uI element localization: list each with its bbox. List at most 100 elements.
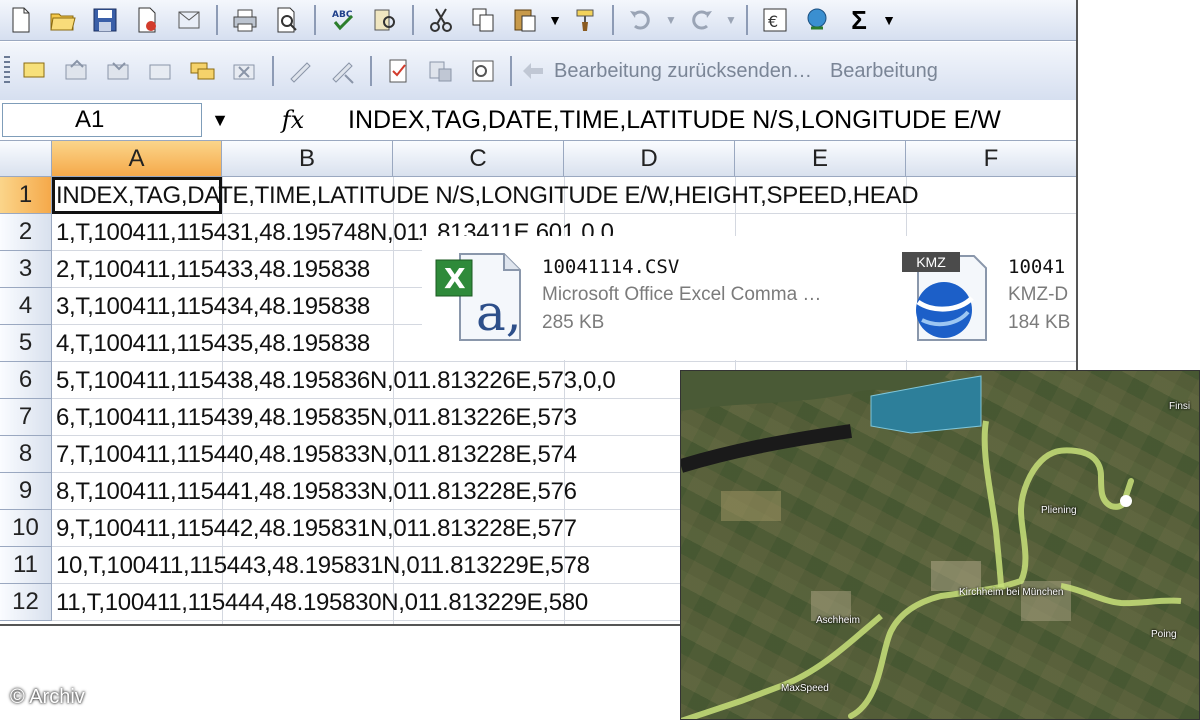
end-review-button[interactable]: Bearbeitung xyxy=(830,60,938,83)
protect-sheet-icon[interactable] xyxy=(421,54,461,88)
cell-a9[interactable]: 8,T,100411,115441,48.195833N,011.813228E… xyxy=(56,473,577,510)
toolbar-separator xyxy=(746,5,748,35)
undo-dropdown-icon[interactable]: ▼ xyxy=(663,3,679,37)
cell-a6[interactable]: 5,T,100411,115438,48.195836N,011.813226E… xyxy=(56,362,616,399)
row-header[interactable]: 3 xyxy=(0,251,52,288)
cell-a3[interactable]: 2,T,100411,115433,48.195838 xyxy=(56,251,370,288)
show-all-comments-icon[interactable] xyxy=(183,54,223,88)
cell-a10[interactable]: 9,T,100411,115442,48.195831N,011.813228E… xyxy=(56,510,577,547)
redo-icon[interactable] xyxy=(681,3,721,37)
delete-comment-icon[interactable] xyxy=(225,54,265,88)
row-header[interactable]: 5 xyxy=(0,325,52,362)
autosum-icon[interactable]: Σ xyxy=(839,3,879,37)
euro-conversion-icon[interactable]: € xyxy=(755,3,795,37)
map-label-finsing: Finsi xyxy=(1169,401,1191,412)
toolbar-separator xyxy=(612,5,614,35)
cell-a5[interactable]: 4,T,100411,115435,48.195838 xyxy=(56,325,370,362)
name-box-dropdown-icon[interactable]: ▼ xyxy=(202,103,238,137)
row-header[interactable]: 9 xyxy=(0,473,52,510)
active-cell-cursor xyxy=(52,177,222,214)
map-label-poing: Poing xyxy=(1151,629,1177,640)
toolbar-separator xyxy=(412,5,414,35)
row-header[interactable]: 7 xyxy=(0,399,52,436)
svg-text:a,: a, xyxy=(476,284,522,342)
copy-icon[interactable] xyxy=(463,3,503,37)
print-preview-icon[interactable] xyxy=(267,3,307,37)
formula-input[interactable]: INDEX,TAG,DATE,TIME,LATITUDE N/S,LONGITU… xyxy=(348,106,1001,135)
column-header-b[interactable]: B xyxy=(222,141,393,177)
hyperlink-icon[interactable] xyxy=(797,3,837,37)
name-box[interactable]: A1 xyxy=(2,103,202,137)
cell-a12[interactable]: 11,T,100411,115444,48.195830N,011.813229… xyxy=(56,584,588,621)
map-label-aschheim: Aschheim xyxy=(816,615,860,626)
column-header-c[interactable]: C xyxy=(393,141,564,177)
next-comment-icon[interactable] xyxy=(99,54,139,88)
redo-dropdown-icon[interactable]: ▼ xyxy=(723,3,739,37)
track-changes-icon[interactable] xyxy=(379,54,419,88)
file-item-kmz[interactable]: KMZ 10041 KMZ-D 184 KB xyxy=(898,246,1070,346)
row-header[interactable]: 2 xyxy=(0,214,52,251)
save-icon[interactable] xyxy=(85,3,125,37)
ink-annotations-icon[interactable] xyxy=(281,54,321,88)
row-header[interactable]: 8 xyxy=(0,436,52,473)
reply-with-changes-icon xyxy=(519,54,547,88)
row-header[interactable]: 12 xyxy=(0,584,52,621)
svg-text:X: X xyxy=(444,262,466,295)
select-all-corner[interactable] xyxy=(0,141,52,177)
insert-function-icon[interactable]: fx xyxy=(238,106,348,134)
cell-a8[interactable]: 7,T,100411,115440,48.195833N,011.813228E… xyxy=(56,436,577,473)
paste-dropdown-icon[interactable]: ▼ xyxy=(547,3,563,37)
new-document-icon[interactable] xyxy=(1,3,41,37)
cell-a4[interactable]: 3,T,100411,115434,48.195838 xyxy=(56,288,370,325)
spelling-icon[interactable]: ABC xyxy=(323,3,363,37)
row-header[interactable]: 11 xyxy=(0,547,52,584)
toolbar-separator xyxy=(272,56,274,86)
undo-icon[interactable] xyxy=(621,3,661,37)
map-label-maxspeed: MaxSpeed xyxy=(781,683,829,694)
previous-comment-icon[interactable] xyxy=(57,54,97,88)
file-type: KMZ-D xyxy=(1008,284,1069,305)
file-type: Microsoft Office Excel Comma … xyxy=(542,284,822,305)
open-folder-icon[interactable] xyxy=(43,3,83,37)
toolbar-separator xyxy=(510,56,512,86)
toolbar-grip[interactable] xyxy=(4,56,10,86)
delete-ink-icon[interactable] xyxy=(323,54,363,88)
cell-a7[interactable]: 6,T,100411,115439,48.195835N,011.813226E… xyxy=(56,399,577,436)
svg-text:€: € xyxy=(768,12,778,31)
row-header[interactable]: 1 xyxy=(0,177,52,214)
column-header-d[interactable]: D xyxy=(564,141,735,177)
research-icon[interactable] xyxy=(365,3,405,37)
map-label-kirchheim: Kirchheim bei München xyxy=(959,587,1064,598)
file-size: 184 KB xyxy=(1008,312,1071,333)
cell-a11[interactable]: 10,T,100411,115443,48.195831N,011.813229… xyxy=(56,547,590,584)
permission-icon[interactable] xyxy=(127,3,167,37)
autosum-dropdown-icon[interactable]: ▼ xyxy=(881,3,897,37)
map-label-pliening: Pliening xyxy=(1041,505,1077,516)
row-header[interactable]: 6 xyxy=(0,362,52,399)
format-painter-icon[interactable] xyxy=(565,3,605,37)
file-name: 10041114.CSV xyxy=(542,256,680,278)
shared-workbook-icon[interactable] xyxy=(463,54,503,88)
email-icon[interactable] xyxy=(169,3,209,37)
formula-bar: A1 ▼ fx INDEX,TAG,DATE,TIME,LATITUDE N/S… xyxy=(0,100,1076,141)
excel-csv-file-icon: X a, xyxy=(432,246,532,346)
row-header[interactable]: 10 xyxy=(0,510,52,547)
standard-toolbar: ABC ▼ ▼ ▼ € Σ ▼ xyxy=(0,0,1076,41)
file-name: 10041 xyxy=(1008,256,1066,278)
file-size: 285 KB xyxy=(542,312,605,333)
new-comment-icon[interactable] xyxy=(15,54,55,88)
reviewing-toolbar: Bearbeitung zurücksenden… Bearbeitung xyxy=(0,42,1076,101)
column-header-a[interactable]: A xyxy=(52,141,222,177)
satellite-map-route[interactable]: Finsi Pliening Kirchheim bei München Asc… xyxy=(680,370,1200,720)
file-item-csv[interactable]: X a, 10041114.CSV Microsoft Office Excel… xyxy=(432,246,821,346)
print-icon[interactable] xyxy=(225,3,265,37)
show-comment-icon[interactable] xyxy=(141,54,181,88)
column-header-e[interactable]: E xyxy=(735,141,906,177)
row-header[interactable]: 4 xyxy=(0,288,52,325)
send-back-for-review-button[interactable]: Bearbeitung zurücksenden… xyxy=(554,60,812,83)
toolbar-separator xyxy=(216,5,218,35)
column-header-f[interactable]: F xyxy=(906,141,1076,177)
kmz-badge: KMZ xyxy=(916,254,946,270)
cut-icon[interactable] xyxy=(421,3,461,37)
paste-icon[interactable] xyxy=(505,3,545,37)
